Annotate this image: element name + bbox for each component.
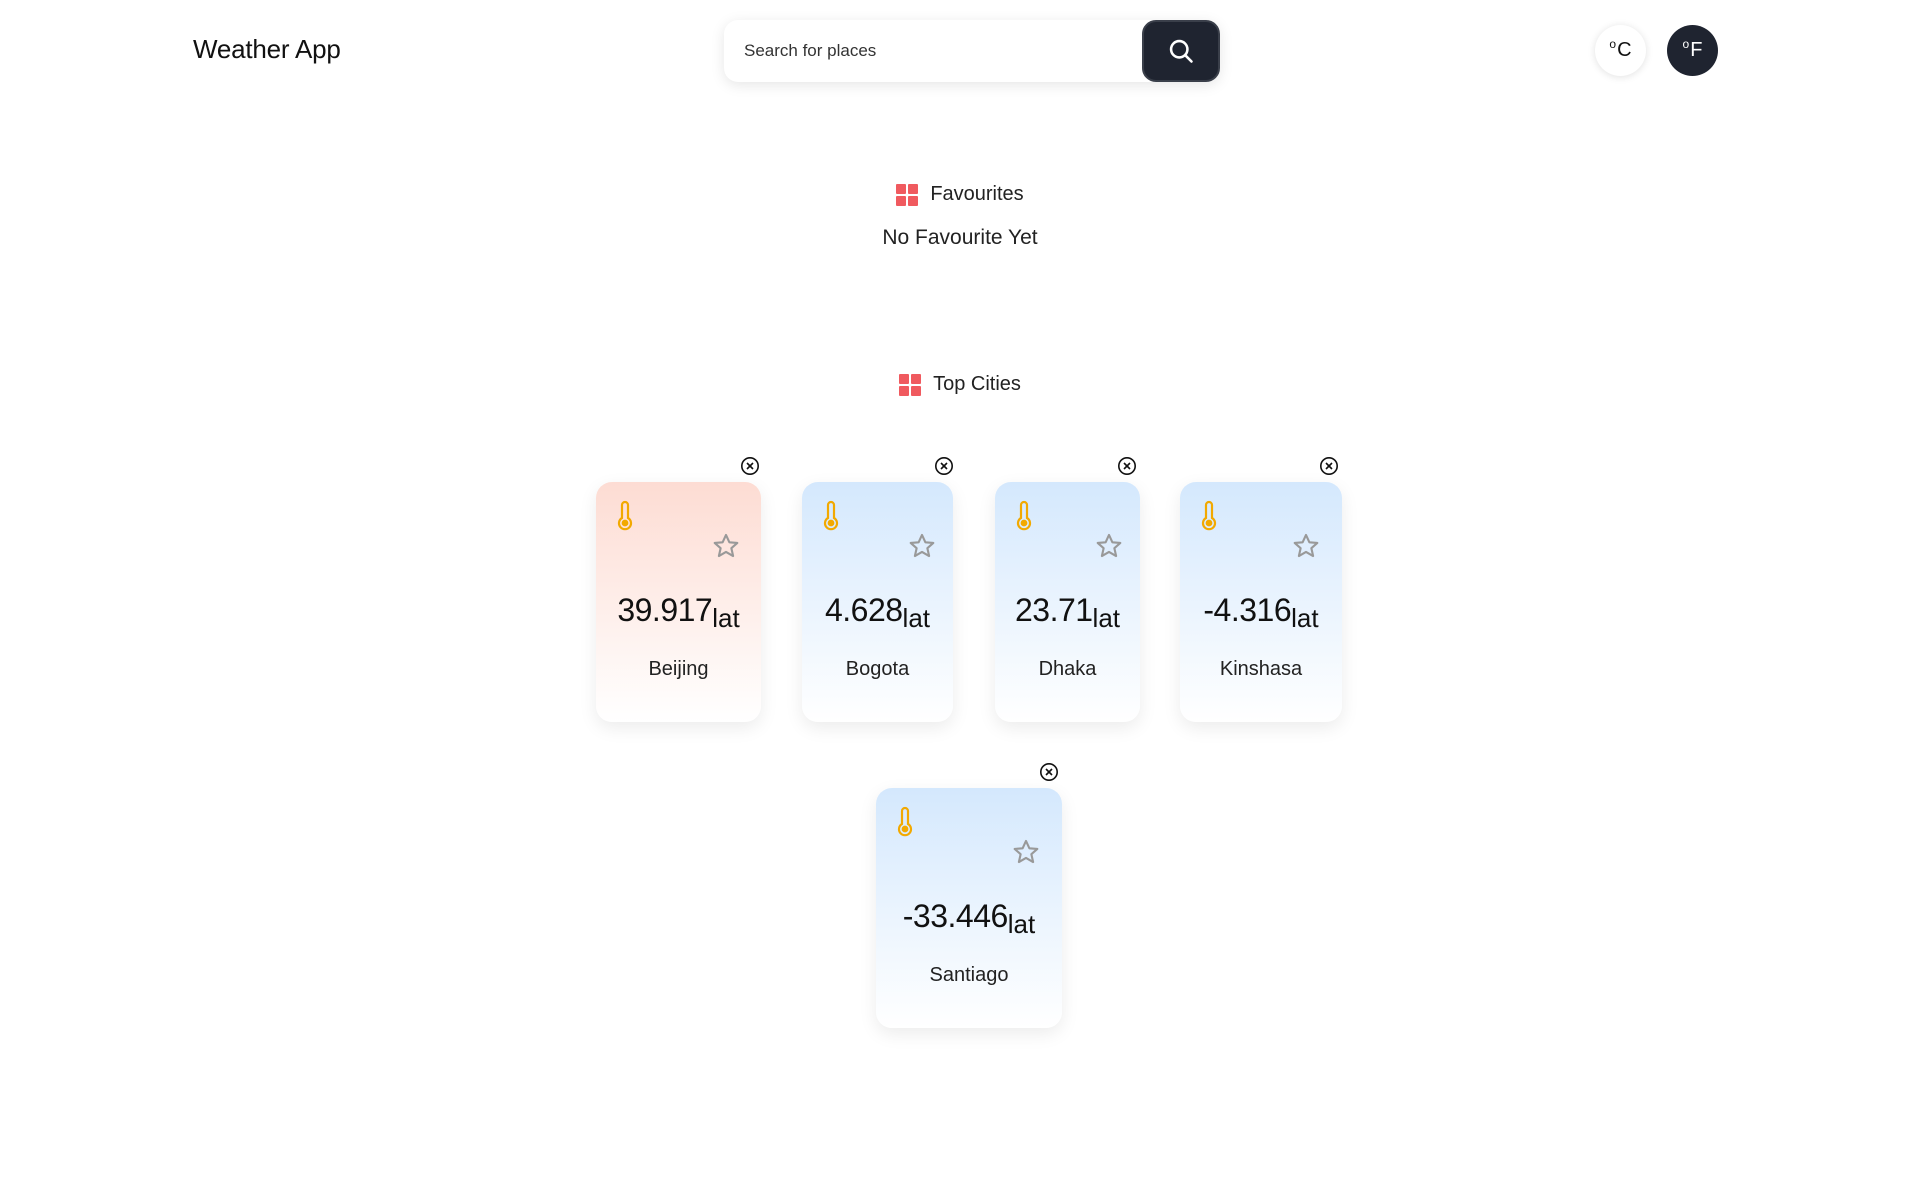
app-title: Weather App: [193, 34, 341, 64]
thermometer-icon: [1016, 500, 1032, 531]
star-icon[interactable]: [1012, 838, 1040, 866]
city-name: Kinshasa: [1219, 658, 1303, 680]
remove-city-icon[interactable]: [740, 456, 760, 476]
latitude-number: 23.71: [1014, 592, 1093, 628]
latitude-unit: lat: [1291, 603, 1319, 633]
celsius-button[interactable]: oC: [1595, 25, 1646, 76]
top-cities-heading: Top Cities: [0, 373, 1920, 396]
fahrenheit-label: F: [1690, 39, 1703, 61]
top-cities-title: Top Cities: [933, 373, 1021, 395]
degree-symbol: o: [1682, 36, 1690, 51]
latitude-unit: lat: [1092, 603, 1121, 633]
thermometer-icon: [1201, 500, 1217, 531]
city-card[interactable]: 23.71lat Dhaka: [995, 482, 1140, 722]
search-button[interactable]: [1142, 20, 1220, 82]
fahrenheit-button[interactable]: oF: [1667, 25, 1718, 76]
favourites-title: Favourites: [930, 183, 1024, 205]
favourites-empty-text: No Favourite Yet: [882, 226, 1038, 249]
search-icon: [1169, 39, 1193, 63]
latitude-value: -4.316lat: [1180, 592, 1342, 633]
city-name: Bogota: [845, 658, 910, 680]
star-icon[interactable]: [1292, 532, 1320, 560]
city-card[interactable]: 39.917lat Beijing: [596, 482, 761, 722]
latitude-number: 39.917: [617, 592, 713, 628]
city-card[interactable]: 4.628lat Bogota: [802, 482, 953, 722]
latitude-value: 23.71lat: [995, 592, 1140, 633]
search-bar: [724, 20, 1220, 82]
city-name: Beijing: [648, 658, 709, 680]
latitude-number: -4.316: [1203, 592, 1292, 628]
celsius-label: C: [1617, 39, 1632, 61]
search-input[interactable]: [724, 20, 1142, 82]
city-name: Santiago: [929, 964, 1009, 986]
thermometer-icon: [617, 500, 633, 531]
star-icon[interactable]: [712, 532, 740, 560]
remove-city-icon[interactable]: [934, 456, 954, 476]
city-card[interactable]: -33.446lat Santiago: [876, 788, 1062, 1028]
thermometer-icon: [823, 500, 839, 531]
latitude-value: 4.628lat: [802, 592, 953, 633]
latitude-number: 4.628: [824, 592, 903, 628]
city-name: Dhaka: [1038, 658, 1097, 680]
city-card[interactable]: -4.316lat Kinshasa: [1180, 482, 1342, 722]
remove-city-icon[interactable]: [1117, 456, 1137, 476]
latitude-value: 39.917lat: [596, 592, 761, 633]
latitude-number: -33.446: [902, 898, 1009, 934]
latitude-unit: lat: [712, 603, 740, 633]
favourites-heading: Favourites: [0, 183, 1920, 206]
grid-icon: [899, 373, 922, 396]
latitude-unit: lat: [1007, 909, 1036, 939]
remove-city-icon[interactable]: [1319, 456, 1339, 476]
thermometer-icon: [897, 806, 913, 837]
remove-city-icon[interactable]: [1039, 762, 1059, 782]
latitude-unit: lat: [902, 603, 931, 633]
star-icon[interactable]: [908, 532, 936, 560]
degree-symbol: o: [1609, 36, 1617, 51]
grid-icon: [896, 183, 919, 206]
star-icon[interactable]: [1095, 532, 1123, 560]
latitude-value: -33.446lat: [876, 898, 1062, 939]
